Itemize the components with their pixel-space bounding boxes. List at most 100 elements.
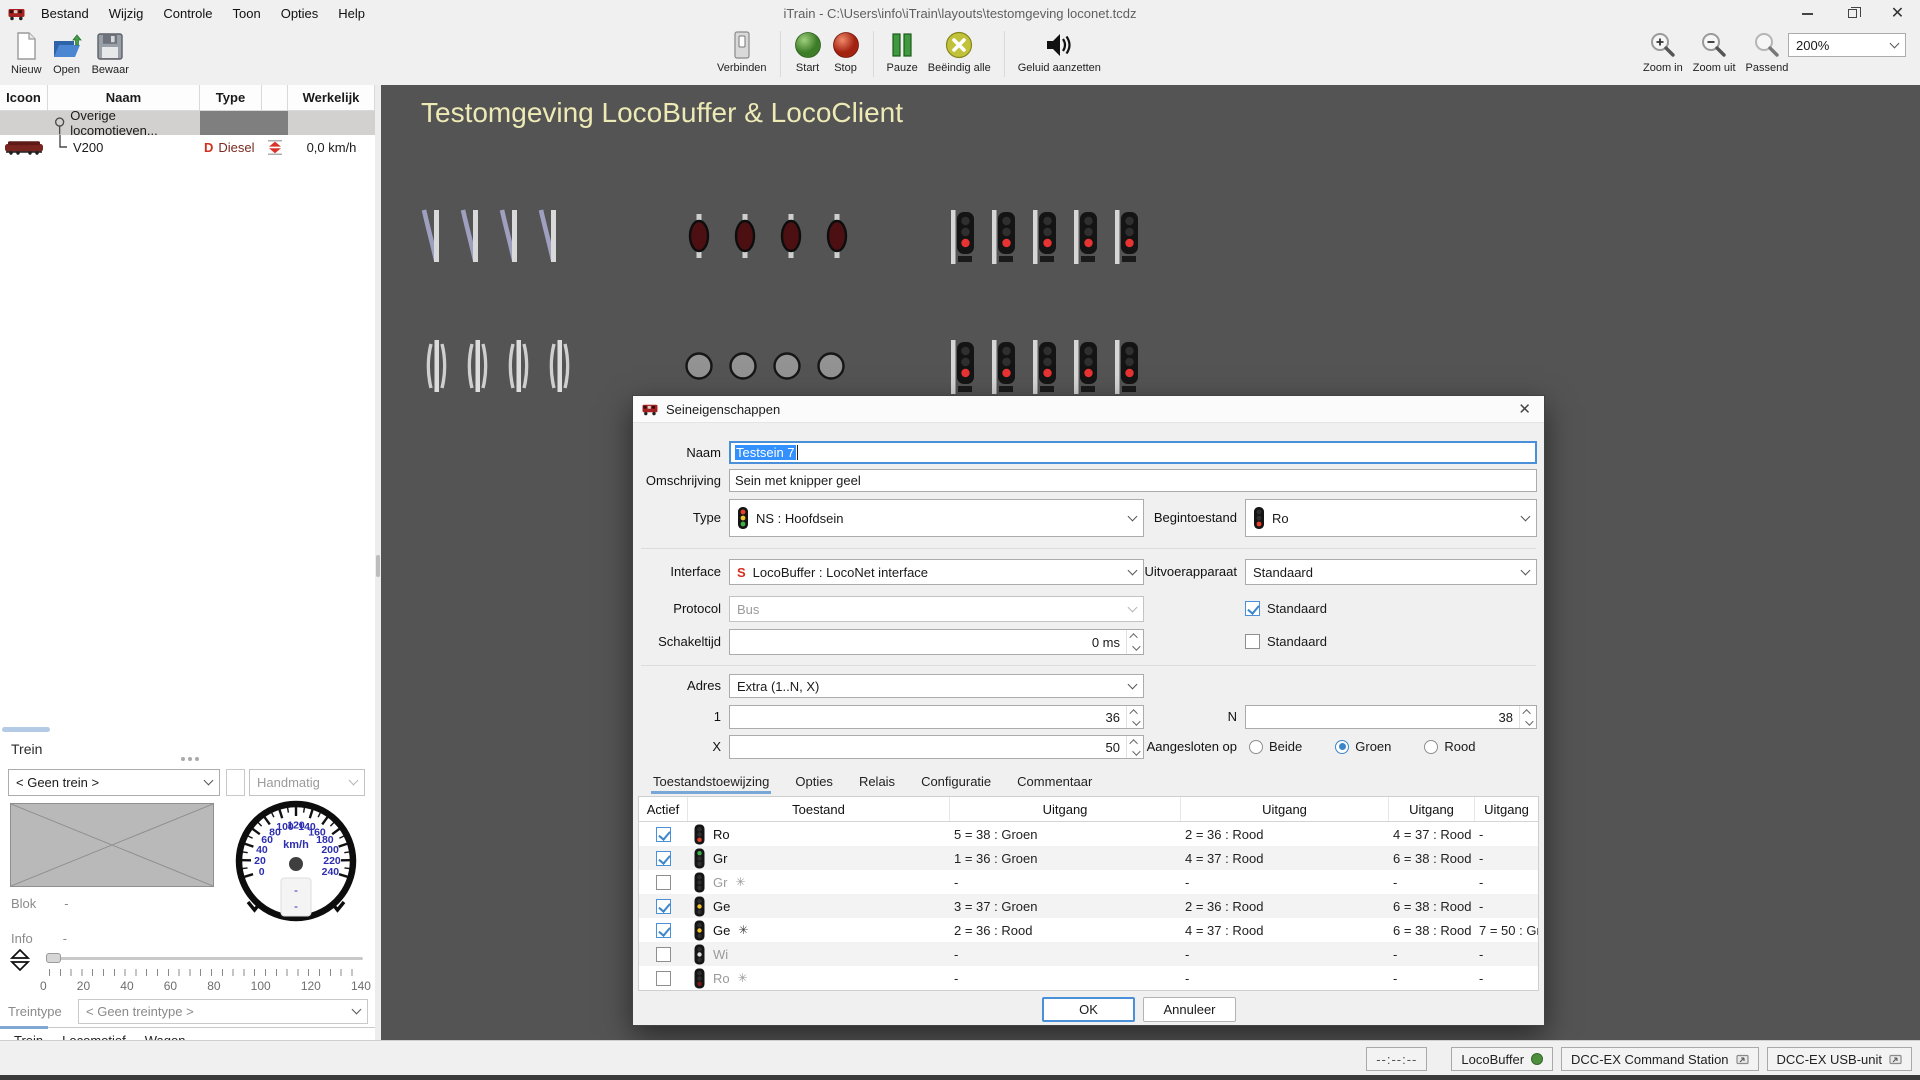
signal-red-icon[interactable] [1071,208,1099,266]
maximize-button[interactable] [1830,0,1875,27]
menu-item[interactable]: Opties [271,1,329,26]
adres-x-input[interactable]: 50 [729,735,1144,759]
spinner-buttons[interactable] [1126,706,1143,728]
column-header[interactable]: Naam [48,85,200,110]
protocol-standaard-checkbox[interactable] [1245,601,1260,616]
radio-option[interactable]: Beide [1249,739,1302,754]
gray-disc-icon[interactable] [685,338,713,394]
turnout-double-icon[interactable] [466,338,488,394]
signal-red-icon[interactable] [948,208,976,266]
state-row[interactable]: Ro 5 = 38 : Groen 2 = 36 : Rood 4 = 37 :… [639,822,1538,846]
adres-1-input[interactable]: 36 [729,705,1144,729]
state-column-header[interactable]: Uitgang [1389,797,1475,821]
menu-item[interactable]: Toon [223,1,271,26]
menu-item[interactable]: Help [328,1,375,26]
dialog-tab[interactable]: Commentaar [1015,769,1094,794]
state-row[interactable]: Wi - - - - [639,942,1538,966]
signal-red-icon[interactable] [1112,208,1140,266]
horizontal-scrollbar[interactable] [2,727,50,732]
treintype-select[interactable]: < Geen treintype > [78,999,368,1024]
status-dccex-usb[interactable]: DCC-EX USB-unit [1767,1047,1912,1071]
signal-red-icon[interactable] [1030,208,1058,266]
slider-thumb[interactable] [46,953,61,963]
column-header[interactable]: Type [200,85,262,110]
radio-option[interactable]: Rood [1424,739,1475,754]
dark-red-lamp-icon[interactable] [778,208,804,264]
signal-red-icon[interactable] [989,338,1017,396]
interface-select[interactable]: S LocoBuffer : LocoNet interface [729,559,1144,585]
adres-n-input[interactable]: 38 [1245,705,1537,729]
signal-red-icon[interactable] [948,338,976,396]
dark-red-lamp-icon[interactable] [824,208,850,264]
naam-input[interactable]: Testsein 7 [729,441,1537,464]
table-row-group[interactable]: Overige locomotieven... [0,111,375,135]
turnout-double-icon[interactable] [425,338,447,394]
schakeltijd-input[interactable]: 0 ms [729,629,1144,655]
end-all-button[interactable]: Beëindig alle [923,29,996,76]
status-locobuffer[interactable]: LocoBuffer [1451,1047,1553,1071]
state-column-header[interactable]: Uitgang [950,797,1181,821]
ok-button[interactable]: OK [1042,997,1135,1022]
state-column-header[interactable]: Actief [639,797,688,821]
dialog-close-icon[interactable]: ✕ [1514,400,1535,418]
signal-red-icon[interactable] [989,208,1017,266]
dialog-tab[interactable]: Toestandstoewijzing [651,769,771,794]
zoom-level-select[interactable]: 200% [1788,33,1906,57]
table-row-locomotive[interactable]: V200 D Diesel 0,0 km/h [0,135,375,159]
adres-select[interactable]: Extra (1..N, X) [729,674,1144,698]
menu-item[interactable]: Controle [153,1,222,26]
signal-red-icon[interactable] [1071,338,1099,396]
close-button[interactable]: ✕ [1875,0,1920,27]
signal-red-icon[interactable] [1030,338,1058,396]
state-active-checkbox[interactable] [656,971,671,986]
omschrijving-input[interactable]: Sein met knipper geel [729,469,1537,492]
turnout-curved-icon[interactable] [499,208,521,264]
gray-disc-icon[interactable] [773,338,801,394]
save-button[interactable]: Bewaar [87,29,134,78]
new-button[interactable]: Nieuw [6,29,47,78]
state-active-checkbox[interactable] [656,875,671,890]
state-row[interactable]: Ro ✳ - - - - [639,966,1538,990]
turnout-curved-icon[interactable] [421,208,443,264]
state-column-header[interactable]: Uitgang [1181,797,1389,821]
drag-handle-icon[interactable] [188,757,192,761]
radio-option[interactable]: Groen [1335,739,1391,754]
spinner-buttons[interactable] [1519,706,1536,728]
direction-icon[interactable] [267,140,283,155]
column-header[interactable]: Werkelijk [288,85,375,110]
schakeltijd-standaard-checkbox[interactable] [1245,634,1260,649]
minimize-button[interactable] [1785,0,1830,27]
begintoestand-select[interactable]: Ro [1245,499,1537,537]
open-button[interactable]: Open [47,29,87,78]
direction-toggle-icon[interactable] [10,949,30,971]
spinner-buttons[interactable] [1126,630,1143,654]
dialog-title-bar[interactable]: Seineigenschappen ✕ [633,396,1544,423]
protocol-select[interactable]: Bus [729,596,1144,622]
uitvoerapparaat-select[interactable]: Standaard [1245,559,1537,585]
state-active-checkbox[interactable] [656,923,671,938]
menu-item[interactable]: Bestand [31,1,99,26]
cancel-button[interactable]: Annuleer [1143,997,1236,1022]
turnout-curved-icon[interactable] [538,208,560,264]
dark-red-lamp-icon[interactable] [732,208,758,264]
state-active-checkbox[interactable] [656,899,671,914]
turnout-double-icon[interactable] [507,338,529,394]
column-header[interactable] [262,85,288,110]
zoom-in-button[interactable]: Zoom in [1638,29,1688,76]
dialog-tab[interactable]: Configuratie [919,769,993,794]
connect-button[interactable]: Verbinden [712,29,772,76]
zoom-out-button[interactable]: Zoom uit [1688,29,1741,76]
signal-red-icon[interactable] [1112,338,1140,396]
train-select[interactable]: < Geen trein > [8,769,220,796]
status-dccex-command[interactable]: DCC-EX Command Station [1561,1047,1759,1071]
state-column-header[interactable]: Toestand [688,797,950,821]
sound-button[interactable]: Geluid aanzetten [1013,29,1106,76]
start-button[interactable]: Start [789,29,827,76]
dialog-tab[interactable]: Opties [793,769,835,794]
turnout-curved-icon[interactable] [460,208,482,264]
state-active-checkbox[interactable] [656,947,671,962]
mode-select[interactable]: Handmatig [249,769,365,796]
state-active-checkbox[interactable] [656,827,671,842]
pause-button[interactable]: Pauze [882,29,923,76]
state-row[interactable]: Gr ✳ - - - - [639,870,1538,894]
